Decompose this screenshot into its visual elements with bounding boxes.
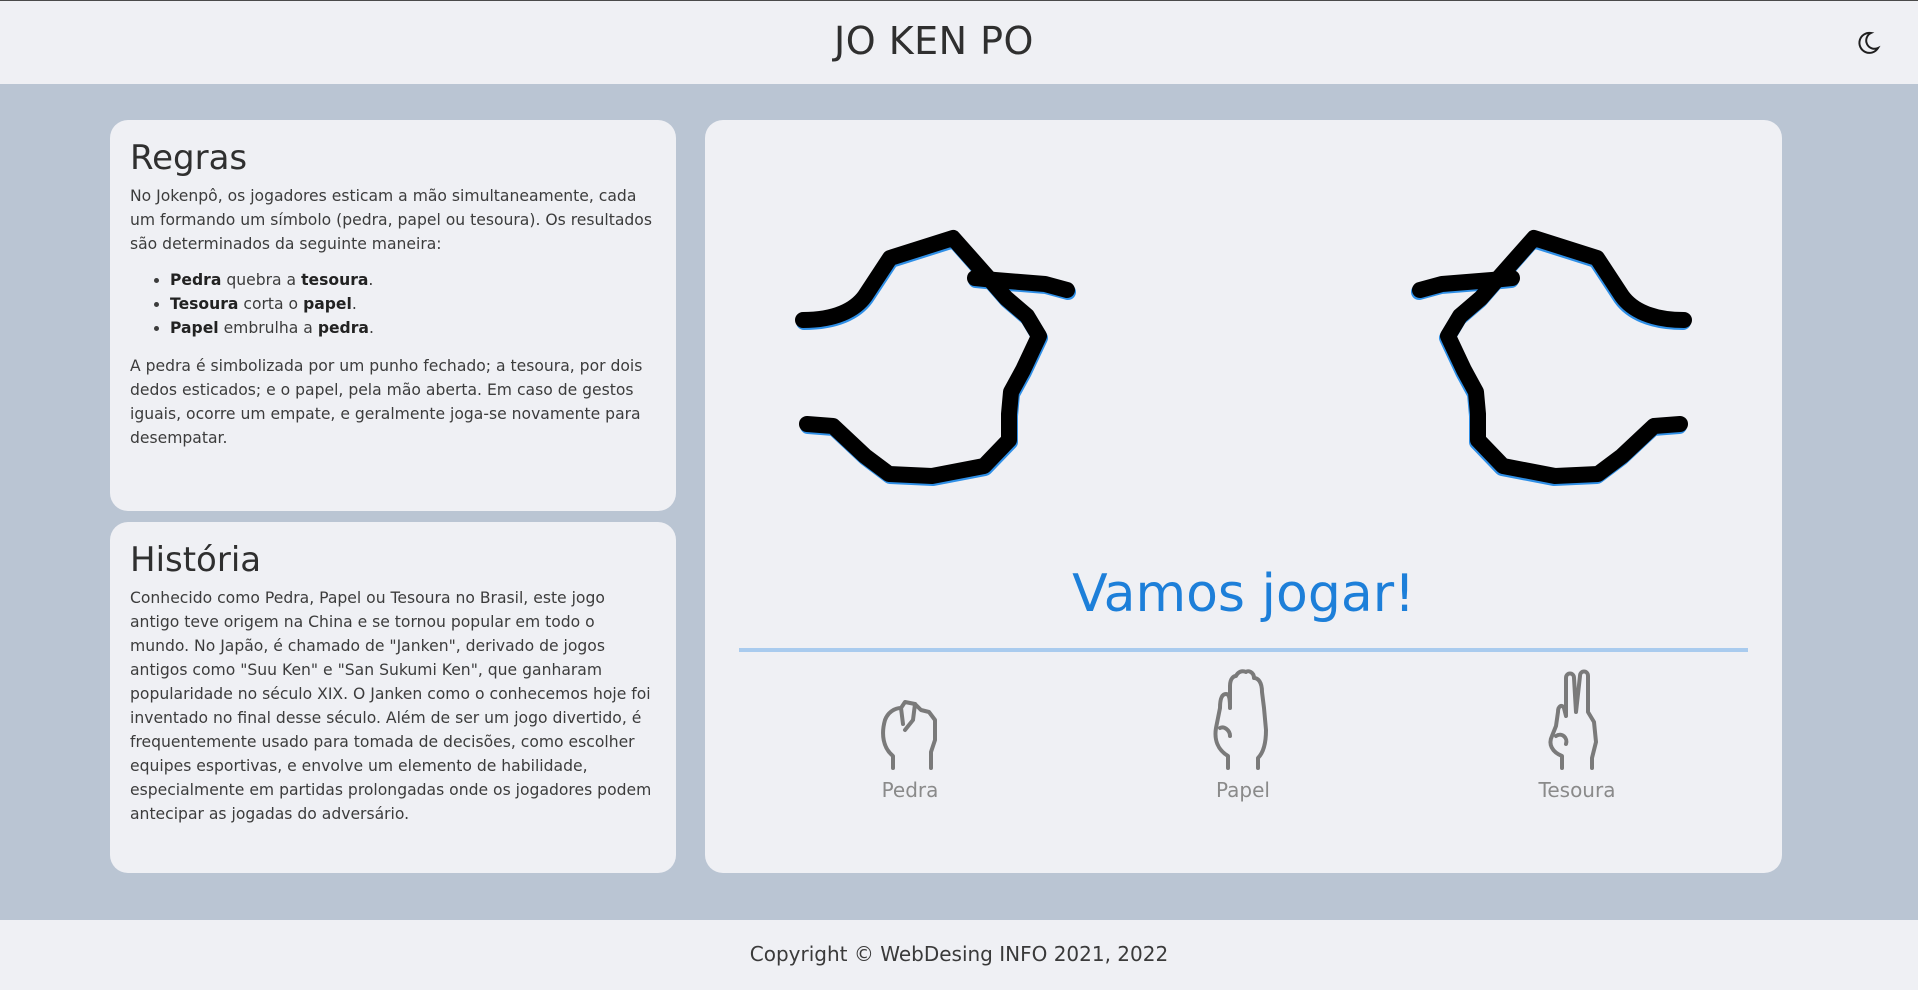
scissors-hand-icon — [1548, 669, 1598, 770]
rules-list: Pedra quebra a tesoura. Tesoura corta o … — [130, 268, 656, 340]
choice-papel-label: Papel — [1216, 778, 1270, 802]
rules-card: Regras No Jokenpô, os jogadores esticam … — [110, 120, 676, 511]
footer: Copyright © WebDesing INFO 2021, 2022 — [0, 920, 1918, 990]
choice-pedra-label: Pedra — [881, 778, 939, 802]
rules-heading: Regras — [130, 138, 248, 178]
paper-hand-icon — [1213, 669, 1268, 770]
rules-outro: A pedra é simbolizada por um punho fecha… — [130, 357, 643, 447]
divider — [739, 648, 1748, 652]
rule-item: Pedra quebra a tesoura. — [170, 268, 656, 292]
history-text: Conhecido como Pedra, Papel ou Tesoura n… — [130, 589, 652, 823]
choice-tesoura-button[interactable]: Tesoura — [1497, 669, 1657, 810]
rule-item: Tesoura corta o papel. — [170, 292, 656, 316]
opponent-fist-icon — [1411, 230, 1692, 486]
rock-hand-icon — [881, 700, 937, 770]
hands-display — [795, 230, 1692, 486]
history-card: História Conhecido como Pedra, Papel ou … — [110, 522, 676, 873]
copyright-text: Copyright © WebDesing INFO 2021, 2022 — [749, 942, 1169, 966]
page-title: JO KEN PO — [834, 19, 1034, 63]
moon-icon[interactable] — [1854, 29, 1882, 57]
choice-pedra-button[interactable]: Pedra — [830, 690, 990, 810]
game-status-text: Vamos jogar! — [1072, 564, 1415, 624]
choice-tesoura-label: Tesoura — [1538, 778, 1616, 802]
game-panel: Vamos jogar! Pedra Papel Tesoura — [705, 120, 1782, 873]
choice-papel-button[interactable]: Papel — [1163, 669, 1323, 810]
rules-intro: No Jokenpô, os jogadores esticam a mão s… — [130, 187, 652, 253]
player-fist-icon — [795, 230, 1076, 486]
history-heading: História — [130, 540, 262, 580]
header: JO KEN PO — [0, 0, 1918, 84]
rule-item: Papel embrulha a pedra. — [170, 316, 656, 340]
